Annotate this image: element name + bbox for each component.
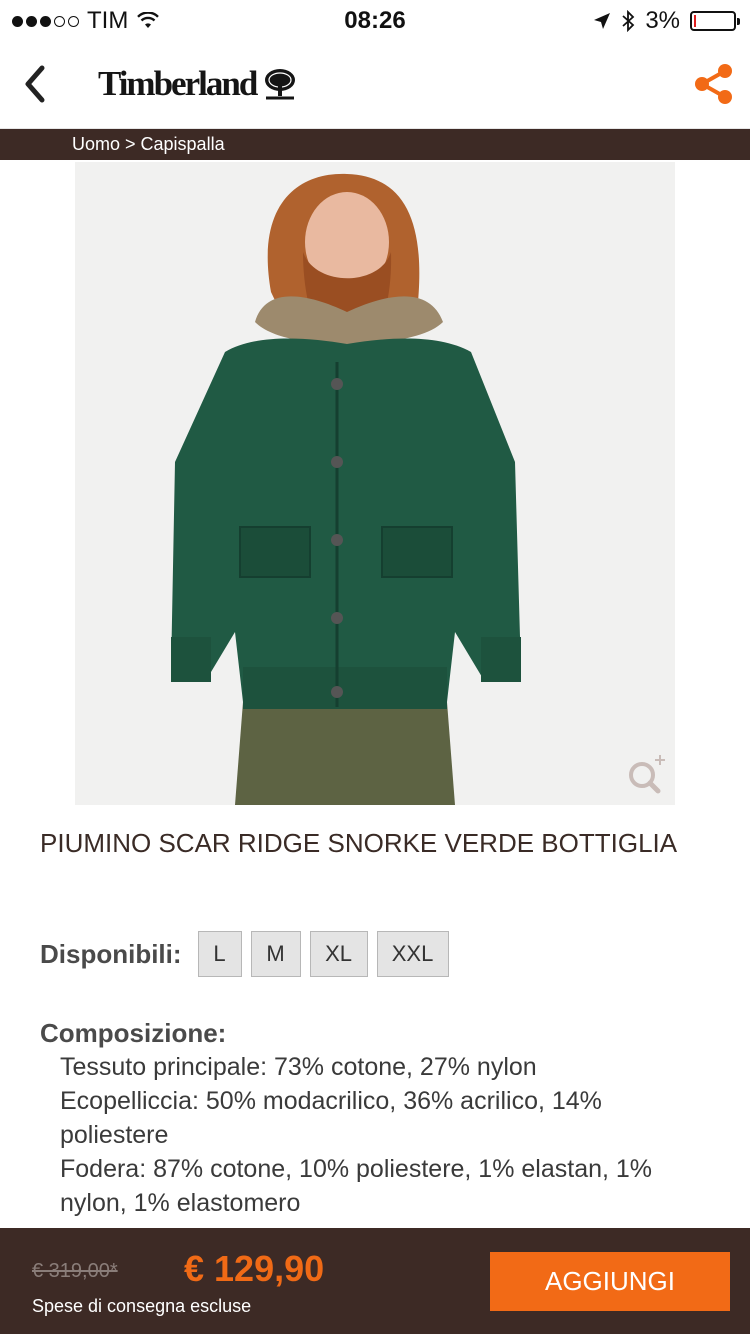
old-price: € 319,00* [32, 1260, 118, 1282]
share-icon [695, 64, 732, 104]
sale-price: € 129,90 [184, 1248, 325, 1289]
status-bar: TIM 08:26 3% [0, 0, 750, 40]
product-photo [75, 162, 675, 805]
sizes-label: Disponibili: [40, 938, 182, 969]
back-button[interactable] [18, 60, 58, 108]
size-option-xl[interactable]: XL [309, 931, 368, 977]
breadcrumb[interactable]: Uomo > Capispalla [0, 129, 750, 160]
product-title: PIUMINO SCAR RIDGE SNORKE VERDE BOTTIGLI… [40, 828, 678, 858]
size-option-m[interactable]: M [250, 931, 301, 977]
app-header: Timberland [0, 40, 750, 129]
purchase-bar: € 319,00* € 129,90 Spese di consegna esc… [0, 1228, 750, 1334]
shipping-note: Spese di consegna escluse [32, 1296, 252, 1316]
battery-percent: 3% [645, 7, 680, 34]
zoom-icon[interactable] [625, 753, 667, 795]
battery-icon [690, 11, 740, 31]
composition-section: Composizione: Tessuto principale: 73% co… [40, 1016, 700, 1220]
size-option-xxl[interactable]: XXL [376, 931, 449, 977]
composition-item: Ecopelliccia: 50% modacrilico, 36% acril… [60, 1087, 602, 1149]
bluetooth-icon [622, 10, 635, 32]
share-button[interactable] [690, 60, 738, 108]
add-to-cart-button[interactable]: AGGIUNGI [490, 1252, 730, 1311]
size-option-l[interactable]: L [197, 931, 242, 977]
breadcrumb-text: Uomo > Capispalla [72, 134, 225, 154]
composition-heading: Composizione: [40, 1018, 227, 1048]
product-image[interactable] [75, 162, 675, 805]
brand-logo: Timberland [98, 62, 298, 106]
logo-text: Timberland [98, 64, 258, 103]
composition-item: Tessuto principale: 73% cotone, 27% nylo… [60, 1053, 537, 1081]
sizes-row: Disponibili: L M XL XXL [40, 930, 458, 978]
chevron-left-icon [25, 65, 45, 103]
location-arrow-icon [594, 13, 611, 29]
tree-logo-icon [265, 69, 296, 100]
composition-item: Fodera: 87% cotone, 10% poliestere, 1% e… [60, 1155, 653, 1217]
